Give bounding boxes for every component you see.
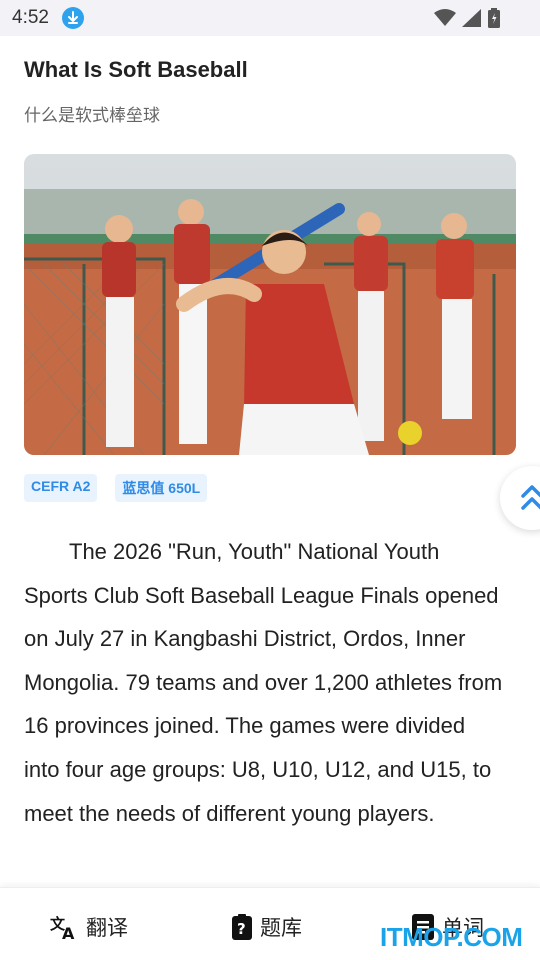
article-subtitle: 什么是软式棒垒球 (24, 106, 160, 126)
nav-item-question-bank[interactable]: ? 题库 (232, 912, 302, 942)
article-tags: CEFR A2 蓝思值 650L (24, 474, 208, 502)
status-bar: 4:52 (0, 0, 540, 36)
watermark: ITMOP.COM (380, 922, 523, 952)
article-hero-image (24, 154, 516, 455)
scroll-to-top-button[interactable] (500, 466, 540, 530)
cefr-level-tag: CEFR A2 (24, 474, 98, 502)
signal-icon (462, 9, 482, 31)
download-icon (62, 7, 84, 29)
nav-item-translate[interactable]: 文 A 翻译 (50, 912, 128, 942)
status-time: 4:52 (12, 7, 49, 28)
nav-item-label: 题库 (260, 916, 302, 940)
article-body: The 2026 "Run, Youth" National Youth Spo… (24, 539, 503, 826)
article-title: What Is Soft Baseball (24, 57, 248, 82)
translate-icon: 文 A (50, 914, 78, 940)
svg-text:A: A (62, 924, 75, 940)
lexile-tag: 蓝思值 650L (115, 474, 208, 502)
bottom-nav: 文 A 翻译 ? 题库 单词 ITMOP.COM (0, 887, 540, 960)
wifi-icon (434, 9, 456, 31)
question-bank-icon: ? (232, 914, 252, 940)
battery-icon (488, 8, 500, 32)
svg-text:?: ? (237, 920, 246, 938)
nav-item-label: 翻译 (86, 916, 128, 940)
double-chevron-up-icon (520, 484, 540, 516)
